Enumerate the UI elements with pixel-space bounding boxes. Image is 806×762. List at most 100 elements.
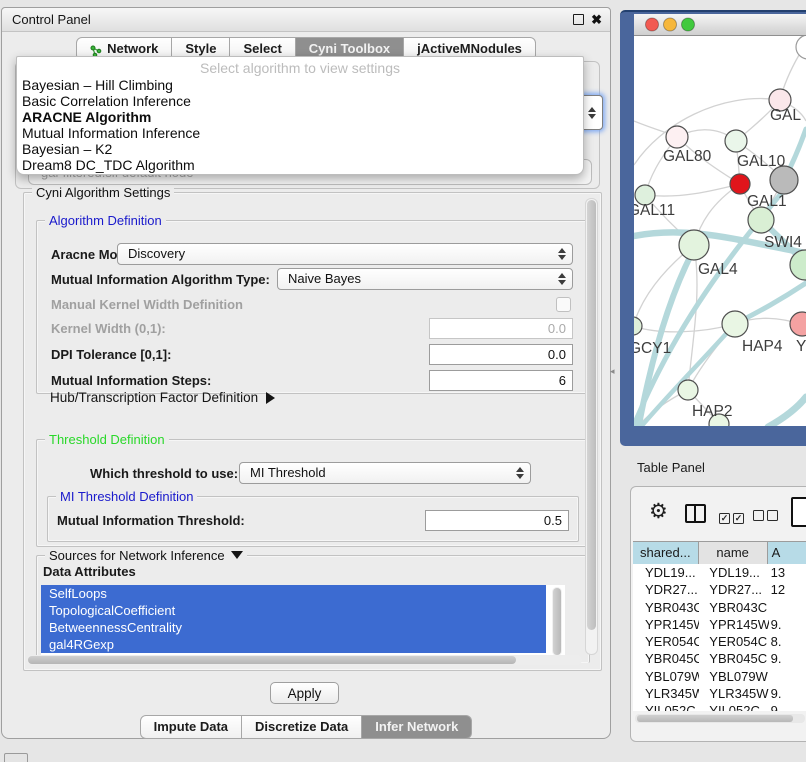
close-window-icon[interactable]: ✖ — [591, 11, 602, 28]
table-horizontal-scrollbar[interactable] — [635, 714, 805, 723]
list-item[interactable]: TopologicalCoefficient — [41, 602, 546, 619]
node-label: HAP4 — [742, 338, 783, 355]
dropdown-item-bayesian-k2[interactable]: Bayesian – K2 — [17, 141, 583, 157]
network-node-gcy1[interactable] — [634, 317, 642, 335]
table-row[interactable]: YER054CYER054C8. — [633, 633, 806, 650]
network-view-window: GAL GAL80 GAL10 GAL1 GAL11 SWI4 GAL4 GCY… — [620, 10, 806, 446]
node-label: HAP2 — [692, 403, 733, 420]
column-header-shared-name[interactable]: shared... — [633, 542, 699, 564]
network-node-hap2[interactable] — [678, 380, 698, 400]
network-node-gal80[interactable] — [666, 126, 688, 148]
expand-right-icon — [266, 392, 275, 404]
list-item[interactable]: BetweennessCentrality — [41, 619, 546, 636]
aracne-mode-combobox[interactable]: Discovery — [117, 243, 573, 265]
combo-spinner-icon — [558, 248, 566, 260]
list-item[interactable]: gal4RGexp — [41, 636, 546, 653]
group-title: MI Threshold Definition — [56, 489, 197, 504]
dropdown-item-basic-correlation[interactable]: Basic Correlation Inference — [17, 93, 583, 109]
column-header-partial[interactable]: A — [768, 542, 806, 564]
dropdown-placeholder: Select algorithm to view settings — [17, 57, 583, 77]
dropdown-item-mutual-information[interactable]: Mutual Information Inference — [17, 125, 583, 141]
combo-spinner-icon — [558, 273, 566, 285]
kernel-width-field[interactable]: 0.0 — [429, 318, 573, 339]
manual-kernel-checkbox[interactable] — [556, 297, 571, 312]
list-item[interactable]: SelfLoops — [41, 585, 546, 602]
dropdown-item-aracne[interactable]: ARACNE Algorithm — [17, 109, 583, 125]
network-icon — [90, 43, 102, 56]
apply-button[interactable]: Apply — [270, 682, 339, 704]
mi-steps-value: 6 — [559, 371, 566, 390]
control-panel-title: Control Panel — [12, 8, 91, 31]
collapse-down-icon — [231, 551, 243, 559]
node-label: GAL4 — [698, 261, 738, 278]
mi-type-label: Mutual Information Algorithm Type: — [51, 272, 270, 287]
network-node[interactable] — [796, 36, 806, 59]
gear-icon[interactable]: ⚙ — [649, 499, 668, 524]
table-row[interactable]: YPR145WYPR145W9. — [633, 616, 806, 633]
manual-kernel-label: Manual Kernel Width Definition — [51, 297, 243, 312]
group-title: Cyni Algorithm Settings — [32, 185, 174, 200]
float-window-icon[interactable] — [573, 14, 584, 25]
close-traffic-light[interactable] — [646, 18, 659, 31]
network-node-gray[interactable] — [770, 166, 798, 194]
tab-discretize-data[interactable]: Discretize Data — [242, 715, 362, 739]
tab-impute-data[interactable]: Impute Data — [140, 715, 242, 739]
mi-steps-field[interactable]: 6 — [429, 370, 573, 391]
node-label: GAL1 — [747, 193, 787, 210]
network-node-gal10[interactable] — [725, 130, 747, 152]
table-row[interactable]: YBR045CYBR045C9. — [633, 650, 806, 667]
mi-type-value: Naive Bayes — [288, 269, 361, 289]
hub-definition-label: Hub/Transcription Factor Definition — [50, 390, 258, 405]
bottom-tabs: Impute Data Discretize Data Infer Networ… — [2, 715, 610, 739]
kernel-width-label: Kernel Width (0,1): — [51, 321, 166, 336]
dpi-tolerance-field[interactable]: 0.0 — [429, 344, 573, 365]
dropdown-item-bayesian-hill-climbing[interactable]: Bayesian – Hill Climbing — [17, 77, 583, 93]
mi-threshold-value: 0.5 — [544, 511, 562, 530]
table-toolbar: ⚙ ✓✓ — [631, 487, 806, 539]
sources-expander[interactable]: Sources for Network Inference — [45, 548, 247, 563]
network-node-gal1[interactable] — [730, 174, 750, 194]
deselect-all-checkboxes-icon[interactable] — [753, 508, 781, 526]
kernel-width-value: 0.0 — [548, 319, 566, 338]
network-view-titlebar — [634, 14, 806, 36]
dpi-tolerance-label: DPI Tolerance [0,1]: — [51, 347, 171, 362]
hub-definition-expander[interactable]: Hub/Transcription Factor Definition — [50, 390, 275, 405]
network-node-gal4[interactable] — [679, 230, 709, 260]
tab-label: Discretize Data — [255, 716, 348, 738]
table-row[interactable]: YLR345WYLR345W9. — [633, 685, 806, 702]
network-node-y[interactable] — [790, 312, 806, 336]
group-title: Threshold Definition — [45, 432, 169, 447]
group-title: Algorithm Definition — [45, 213, 166, 228]
settings-vertical-scrollbar[interactable] — [585, 198, 598, 655]
minimize-traffic-light[interactable] — [664, 18, 677, 31]
network-node-swi4[interactable] — [748, 207, 774, 233]
algorithm-dropdown-list: Select algorithm to view settings Bayesi… — [16, 56, 584, 175]
dropdown-item-dream8[interactable]: Dream8 DC_TDC Algorithm — [17, 157, 583, 173]
which-threshold-combobox[interactable]: MI Threshold — [239, 462, 531, 484]
mi-threshold-field[interactable]: 0.5 — [425, 510, 569, 531]
network-canvas[interactable]: GAL GAL80 GAL10 GAL1 GAL11 SWI4 GAL4 GCY… — [634, 36, 806, 426]
node-label: GAL80 — [663, 148, 712, 165]
document-icon[interactable] — [791, 497, 806, 527]
settings-horizontal-scrollbar[interactable] — [26, 655, 582, 665]
mi-steps-label: Mutual Information Steps: — [51, 373, 211, 388]
table-row[interactable]: YDR27...YDR27...12 — [633, 581, 806, 598]
splitter-collapse-icon[interactable]: ◂ — [610, 366, 615, 377]
cyni-algorithm-settings-group: Cyni Algorithm Settings Algorithm Defini… — [23, 192, 602, 671]
table-row[interactable]: YDL19...YDL19...13 — [633, 564, 806, 581]
zoom-traffic-light[interactable] — [682, 18, 695, 31]
tab-infer-network[interactable]: Infer Network — [362, 715, 472, 739]
table-row[interactable]: YIL052CYIL052C9. — [633, 702, 806, 711]
mi-type-combobox[interactable]: Naive Bayes — [277, 268, 573, 290]
table-row[interactable]: YBL079WYBL079W — [633, 668, 806, 685]
list-scrollbar[interactable] — [552, 587, 562, 656]
columns-icon[interactable] — [685, 504, 706, 523]
minimized-panel-icon[interactable] — [4, 753, 28, 762]
sources-group: Sources for Network Inference Data Attri… — [36, 555, 590, 663]
network-node-hap4[interactable] — [722, 311, 748, 337]
aracne-mode-value: Discovery — [128, 244, 185, 264]
table-row[interactable]: YBR043CYBR043C — [633, 599, 806, 616]
select-all-checkboxes-icon[interactable]: ✓✓ — [719, 508, 747, 526]
column-header-name[interactable]: name — [699, 542, 768, 564]
table-header: shared... name A — [633, 541, 806, 565]
